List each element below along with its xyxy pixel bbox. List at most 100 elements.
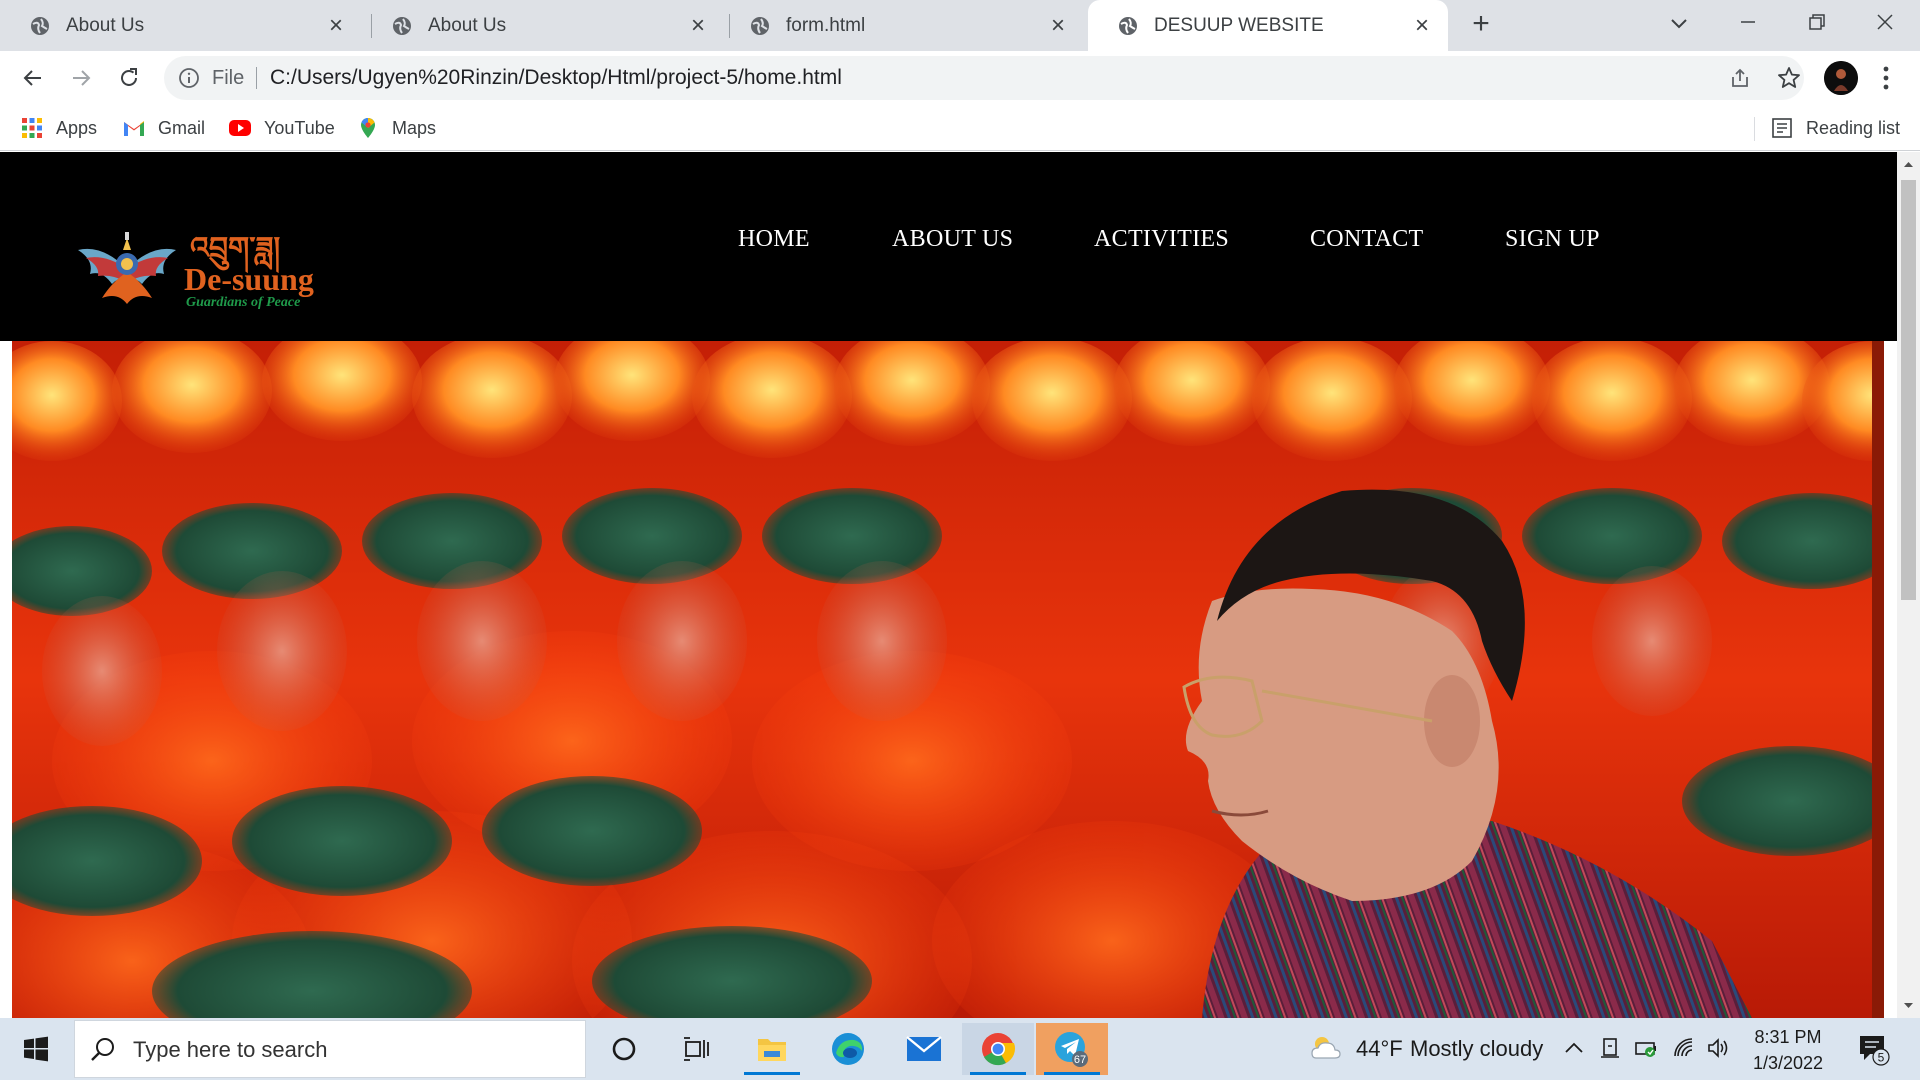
taskbar-clock[interactable]: 8:31 PM 1/3/2022: [1740, 1024, 1836, 1076]
scroll-thumb[interactable]: [1901, 180, 1916, 600]
reload-icon: [121, 68, 137, 86]
nav-home[interactable]: HOME: [738, 226, 810, 253]
bookmark-label: Apps: [56, 117, 98, 138]
share-icon[interactable]: [1728, 66, 1752, 90]
mail-icon: [906, 1036, 942, 1061]
youtube-icon: [229, 120, 251, 136]
running-indicator: [970, 1072, 1026, 1075]
weather-condition[interactable]: Mostly cloudy: [1410, 1036, 1543, 1062]
bookmark-label: Gmail: [158, 117, 206, 138]
nav-contact[interactable]: CONTACT: [1310, 226, 1424, 253]
globe-icon: [31, 16, 49, 35]
close-window-button[interactable]: [1870, 8, 1900, 38]
scheme-label: File: [212, 67, 245, 89]
tab-title: DESUUP WEBSITE: [1154, 14, 1324, 36]
hero-image: [12, 341, 1884, 1018]
info-icon[interactable]: [178, 67, 200, 89]
globe-icon: [751, 16, 769, 35]
bookmark-maps[interactable]: Maps: [356, 115, 436, 141]
task-view-icon: [684, 1037, 709, 1061]
bookmark-apps[interactable]: Apps: [20, 115, 97, 141]
minimize-icon: [1741, 21, 1755, 23]
search-icon: [91, 1038, 114, 1061]
taskbar-mail[interactable]: [888, 1023, 960, 1075]
scroll-down-icon[interactable]: [1897, 998, 1920, 1014]
new-tab-button[interactable]: +: [1466, 9, 1496, 40]
close-tab-icon[interactable]: ×: [1410, 13, 1434, 38]
winged-emblem-icon: [78, 232, 176, 304]
chevron-up-icon[interactable]: [1562, 1036, 1586, 1060]
nav-about-us[interactable]: ABOUT US: [892, 226, 1013, 253]
reload-button[interactable]: [112, 61, 146, 95]
tab-strip: About Us × About Us × form.html × DESUUP…: [0, 0, 1920, 51]
running-indicator: [744, 1072, 800, 1075]
wifi-icon[interactable]: [1672, 1036, 1696, 1060]
folder-icon: [758, 1039, 786, 1061]
address-bar[interactable]: File C:/Users/Ugyen%20Rinzin/Desktop/Htm…: [164, 56, 1804, 100]
close-icon: [1877, 14, 1893, 30]
edge-icon: [832, 1033, 864, 1065]
device-icon[interactable]: [1598, 1036, 1622, 1060]
nav-activities[interactable]: ACTIVITIES: [1094, 226, 1229, 253]
bookmark-label: YouTube: [264, 117, 335, 138]
url-text[interactable]: C:/Users/Ugyen%20Rinzin/Desktop/Html/pro…: [270, 66, 842, 90]
tab-desuup-website[interactable]: DESUUP WEBSITE ×: [1088, 0, 1448, 51]
close-tab-icon[interactable]: ×: [324, 13, 348, 38]
reading-list-button[interactable]: Reading list: [1770, 115, 1900, 141]
windows-taskbar: Type here to search 67 44°F Mostly cloud…: [0, 1018, 1920, 1080]
back-button[interactable]: [16, 61, 50, 95]
taskbar-file-explorer[interactable]: [736, 1023, 808, 1075]
close-tab-icon[interactable]: ×: [686, 13, 710, 38]
site-header: འབྲུག་ཟླ། De-suung Guardians of Peace HO…: [0, 152, 1897, 341]
bookmark-star-icon[interactable]: [1776, 65, 1802, 91]
running-indicator: [1044, 1072, 1100, 1075]
tab-search-icon[interactable]: [1664, 8, 1694, 38]
weather-partly-cloudy-icon[interactable]: [1308, 1032, 1344, 1062]
battery-icon[interactable]: [1634, 1036, 1658, 1060]
weather-temperature[interactable]: 44°F: [1356, 1036, 1403, 1062]
notification-count: 5: [1878, 1051, 1885, 1065]
taskbar-edge[interactable]: [812, 1023, 884, 1075]
globe-icon: [1119, 16, 1137, 35]
logo-tagline: Guardians of Peace: [186, 295, 300, 310]
apps-grid-icon: [22, 118, 42, 138]
telegram-icon: 67: [1055, 1032, 1088, 1067]
taskbar-telegram[interactable]: 67: [1036, 1023, 1108, 1075]
clock-time: 8:31 PM: [1754, 1027, 1822, 1047]
profile-avatar[interactable]: [1824, 61, 1858, 95]
taskbar-search-box[interactable]: Type here to search: [74, 1020, 586, 1078]
more-menu-icon[interactable]: [1874, 61, 1898, 95]
cortana-button[interactable]: [588, 1023, 660, 1075]
globe-icon: [393, 16, 411, 35]
gmail-icon: [124, 121, 144, 136]
notification-center-icon[interactable]: 5: [1856, 1032, 1890, 1066]
bookmark-gmail[interactable]: Gmail: [122, 115, 205, 141]
scroll-up-icon[interactable]: [1897, 156, 1920, 172]
tab-form[interactable]: form.html ×: [720, 0, 1084, 51]
bookmark-youtube[interactable]: YouTube: [228, 115, 335, 141]
tab-about-us-1[interactable]: About Us ×: [0, 0, 362, 51]
arrow-left-icon: [23, 70, 41, 86]
restore-button[interactable]: [1802, 8, 1832, 38]
de-suung-logo[interactable]: འབྲུག་ཟླ། De-suung Guardians of Peace: [72, 224, 372, 314]
minimize-button[interactable]: [1733, 8, 1763, 38]
tab-title: form.html: [786, 14, 866, 36]
maps-icon: [361, 118, 375, 138]
page-scrollbar[interactable]: [1897, 152, 1920, 1018]
avatar: [1824, 61, 1858, 95]
bookmark-label: Maps: [392, 117, 437, 138]
forward-button[interactable]: [64, 61, 98, 95]
close-tab-icon[interactable]: ×: [1046, 13, 1070, 38]
volume-icon[interactable]: [1706, 1036, 1730, 1060]
taskbar-chrome[interactable]: [962, 1023, 1034, 1075]
start-button[interactable]: [10, 1028, 62, 1070]
page-viewport: འབྲུག་ཟླ། De-suung Guardians of Peace HO…: [0, 152, 1897, 1018]
clock-date: 1/3/2022: [1752, 1053, 1824, 1073]
tab-about-us-2[interactable]: About Us ×: [362, 0, 724, 51]
cortana-circle-icon: [612, 1037, 636, 1061]
task-view-button[interactable]: [660, 1023, 732, 1075]
nav-sign-up[interactable]: SIGN UP: [1505, 226, 1600, 253]
restore-icon: [1809, 14, 1825, 30]
divider: [256, 67, 257, 89]
tab-title: About Us: [66, 14, 145, 36]
